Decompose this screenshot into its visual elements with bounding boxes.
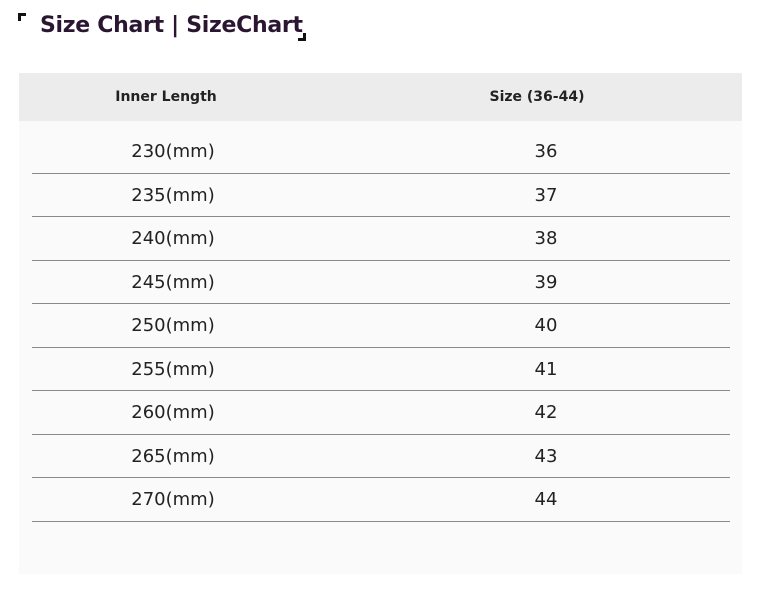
title-corner-bottom-right — [298, 33, 306, 41]
size-cell: 42 — [534, 402, 558, 423]
size-chart-table: Inner Length Size (36-44) 230(mm) 36 235… — [19, 73, 742, 574]
table-row: 245(mm) 39 — [32, 261, 730, 304]
table-row: 235(mm) 37 — [32, 174, 730, 217]
table-body: 230(mm) 36 235(mm) 37 240(mm) 38 245(mm)… — [32, 130, 730, 522]
size-cell: 43 — [534, 445, 558, 467]
table-row: 230(mm) 36 — [32, 130, 730, 174]
page-title: Size Chart | SizeChart — [40, 13, 303, 38]
size-cell: 41 — [534, 358, 558, 380]
table-row: 265(mm) 43 — [32, 435, 730, 478]
table-row: 260(mm) 42 — [32, 391, 730, 435]
table-row: 270(mm) 44 — [32, 478, 730, 522]
header-inner-length: Inner Length — [115, 89, 217, 105]
inner-length-cell: 260(mm) — [131, 402, 215, 423]
inner-length-cell: 230(mm) — [131, 141, 215, 162]
size-cell: 37 — [534, 184, 558, 206]
inner-length-cell: 245(mm) — [131, 271, 215, 293]
table-row: 240(mm) 38 — [32, 217, 730, 261]
table-row: 255(mm) 41 — [32, 348, 730, 391]
size-cell: 44 — [534, 489, 558, 510]
inner-length-cell: 265(mm) — [131, 445, 215, 467]
inner-length-cell: 255(mm) — [131, 358, 215, 380]
inner-length-cell: 250(mm) — [131, 315, 215, 336]
inner-length-cell: 235(mm) — [131, 184, 215, 206]
inner-length-cell: 240(mm) — [131, 228, 215, 249]
header-size: Size (36-44) — [489, 89, 585, 105]
size-cell: 40 — [534, 315, 558, 336]
size-cell: 39 — [534, 271, 558, 293]
table-row: 250(mm) 40 — [32, 304, 730, 348]
size-cell: 38 — [534, 228, 558, 249]
size-cell: 36 — [534, 141, 558, 162]
inner-length-cell: 270(mm) — [131, 489, 215, 510]
table-header: Inner Length Size (36-44) — [19, 73, 742, 121]
title-corner-top-left — [18, 13, 26, 21]
